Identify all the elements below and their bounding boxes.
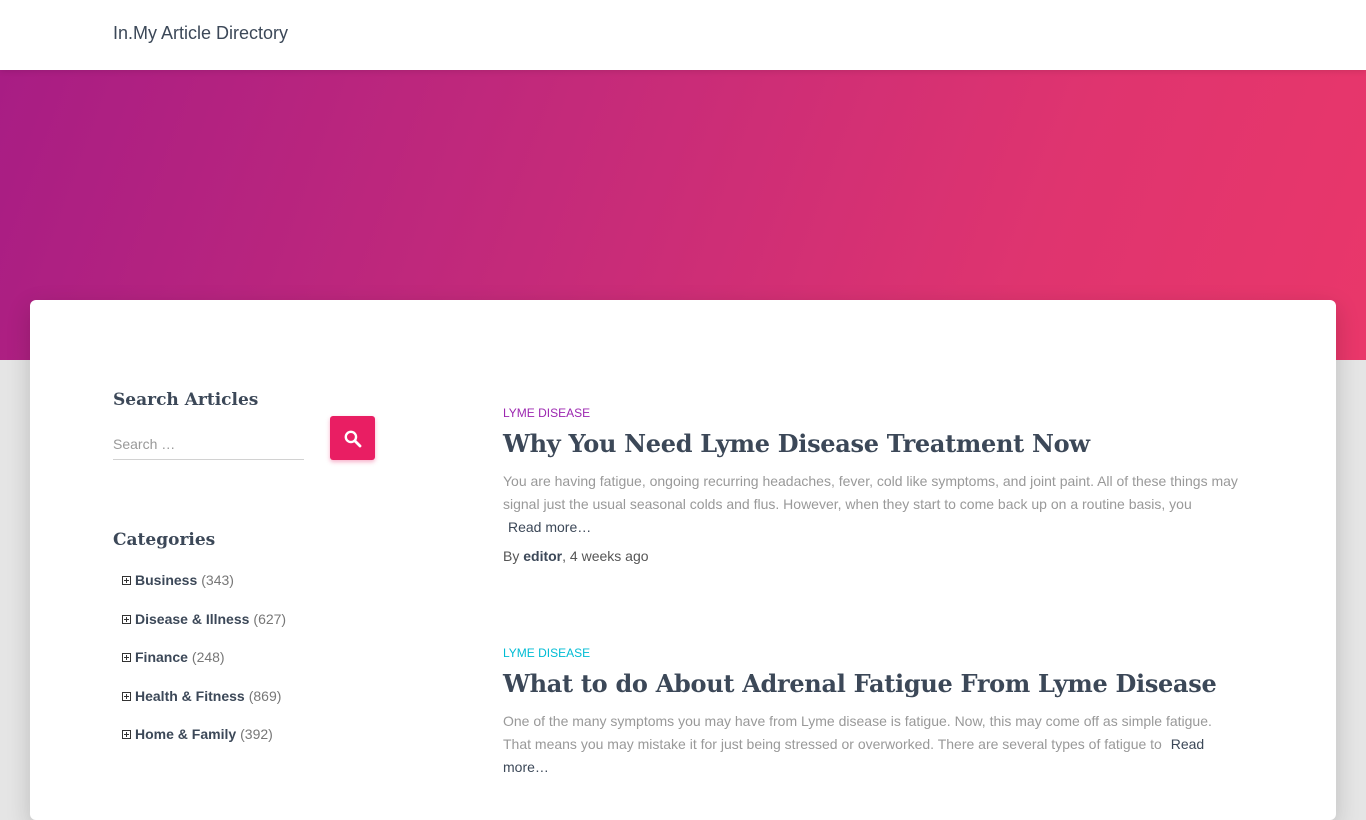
categories-widget-title: Categories [113, 530, 216, 550]
category-count: (627) [253, 610, 287, 627]
article-card: LYME DISEASE Why You Need Lyme Disease T… [503, 406, 1243, 564]
plus-square-icon[interactable] [122, 730, 131, 739]
category-item-health-fitness: Health & Fitness (869) [122, 688, 286, 727]
site-header: In.My Article Directory [0, 0, 1366, 70]
article-title-link[interactable]: What to do About Adrenal Fatigue From Ly… [503, 669, 1243, 698]
plus-square-icon[interactable] [122, 691, 131, 701]
category-link[interactable]: Finance [135, 649, 188, 665]
article-card: LYME DISEASE What to do About Adrenal Fa… [503, 646, 1243, 779]
plus-square-icon[interactable] [122, 614, 131, 624]
category-link[interactable]: Disease & Illness [135, 611, 249, 627]
category-link[interactable]: Business [135, 572, 197, 588]
category-item-home-family: Home & Family (392) [122, 726, 286, 765]
author-link[interactable]: editor [523, 548, 562, 564]
category-link[interactable]: Home & Family [135, 726, 236, 742]
category-count: (869) [248, 687, 282, 704]
category-item-disease-illness: Disease & Illness (627) [122, 611, 286, 650]
site-title-link[interactable]: In.My Article Directory [113, 23, 288, 44]
category-list: Business (343) Disease & Illness (627) F… [122, 572, 286, 765]
category-count: (392) [240, 726, 273, 742]
article-excerpt-text: One of the many symptoms you may have fr… [503, 713, 1212, 752]
article-title-link[interactable]: Why You Need Lyme Disease Treatment Now [503, 429, 1243, 458]
article-time: , 4 weeks ago [562, 548, 649, 564]
read-more-link[interactable]: Read more… [508, 519, 591, 535]
article-byline: By editor, 4 weeks ago [503, 548, 1243, 564]
category-count: (248) [191, 649, 225, 665]
article-excerpt: One of the many symptoms you may have fr… [503, 710, 1243, 779]
byline-prefix: By [503, 548, 520, 564]
main-content-card: Search Articles Categories Business (343… [30, 300, 1336, 820]
article-category-link[interactable]: LYME DISEASE [503, 646, 1243, 660]
category-link[interactable]: Health & Fitness [135, 688, 245, 704]
search-widget-title: Search Articles [113, 390, 259, 410]
article-excerpt: You are having fatigue, ongoing recurrin… [503, 470, 1243, 539]
article-category-link[interactable]: LYME DISEASE [503, 406, 1243, 420]
category-item-finance: Finance (248) [122, 649, 286, 688]
plus-square-icon[interactable] [122, 576, 131, 585]
category-item-business: Business (343) [122, 572, 286, 611]
search-button[interactable] [330, 416, 375, 460]
search-input[interactable] [113, 428, 304, 460]
article-excerpt-text: You are having fatigue, ongoing recurrin… [503, 473, 1238, 512]
plus-square-icon[interactable] [122, 653, 131, 662]
category-count: (343) [201, 572, 234, 588]
search-icon [344, 430, 362, 448]
